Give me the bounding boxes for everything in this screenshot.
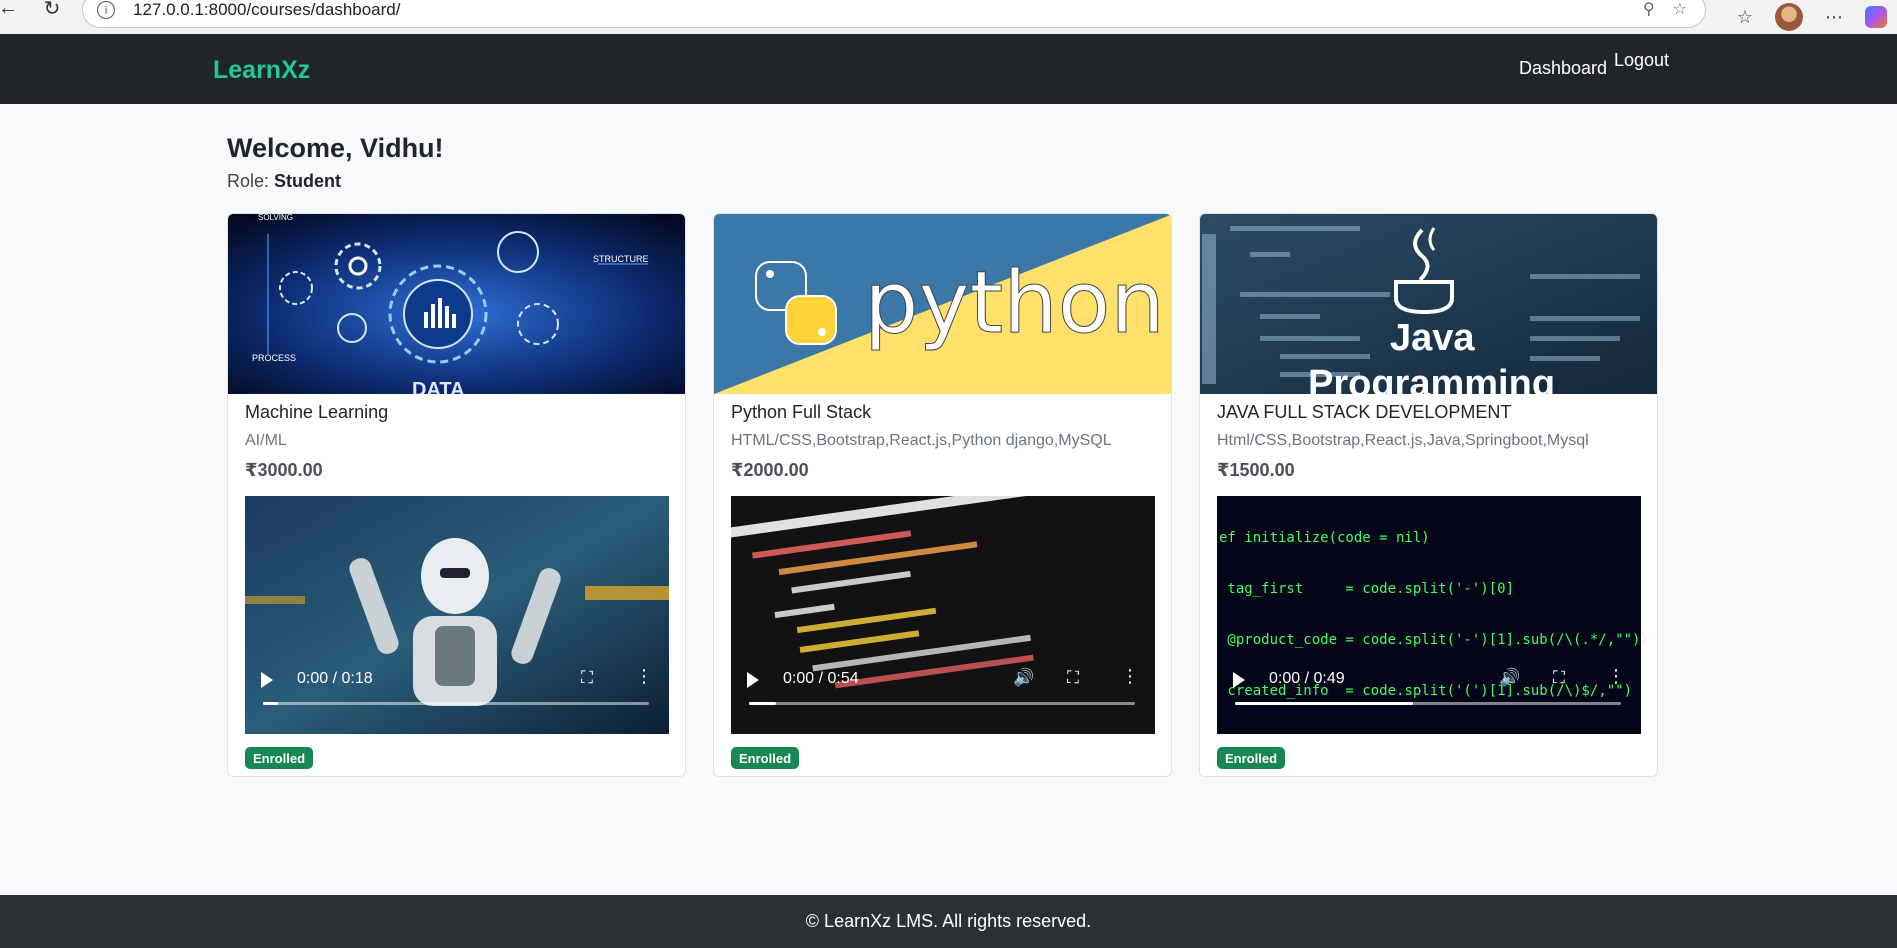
footer-text: © LearnXz LMS. All rights reserved. <box>805 911 1092 931</box>
course-price: ₹1500.00 <box>1217 460 1295 480</box>
course-video[interactable]: ef initialize(code = nil) tag_first = co… <box>1217 496 1641 734</box>
video-controls: 0:00 / 0:18 ⛶ ⋮ <box>245 662 669 734</box>
more-options-icon[interactable]: ⋮ <box>635 666 653 687</box>
profile-avatar[interactable] <box>1775 3 1803 31</box>
back-icon[interactable]: ← <box>0 0 22 22</box>
code-line: tag_first = code.split('-')[0] <box>1219 581 1515 597</box>
course-thumbnail: SOLVING STRUCTURE PROCESS DATA <box>228 214 685 394</box>
course-thumbnail: python <box>714 214 1171 394</box>
welcome-heading: Welcome, Vidhu! <box>227 133 444 163</box>
top-navbar: LearnXz Dashboard Logout <box>0 34 1897 104</box>
volume-icon[interactable]: 🔊 <box>1013 668 1034 688</box>
fullscreen-icon[interactable]: ⛶ <box>1553 668 1565 688</box>
video-time: 0:00 / 0:18 <box>297 670 373 687</box>
role-value: Student <box>274 171 342 191</box>
video-progress-fill <box>1235 702 1413 705</box>
browser-toolbar: ← ↻ i 127.0.0.1:8000/courses/dashboard/ … <box>0 0 1897 34</box>
code-line: ef initialize(code = nil) <box>1219 530 1430 546</box>
video-progress-fill <box>749 702 777 705</box>
more-menu-icon[interactable]: ⋯ <box>1825 7 1843 28</box>
thumbnail-line2: Programming <box>1308 363 1555 394</box>
course-video[interactable]: 0:00 / 0:54 🔊 ⛶ ⋮ <box>731 496 1155 734</box>
course-title: Python Full Stack <box>731 402 872 422</box>
play-icon[interactable] <box>747 672 759 688</box>
role-label: Role: <box>227 171 270 191</box>
video-progress-track[interactable] <box>1235 702 1621 705</box>
url-text: 127.0.0.1:8000/courses/dashboard/ <box>133 0 401 19</box>
video-time: 0:00 / 0:49 <box>1269 670 1345 687</box>
video-time: 0:00 / 0:54 <box>783 670 859 687</box>
role-line: Role: Student <box>227 171 341 192</box>
play-icon[interactable] <box>1233 672 1245 688</box>
brand-logo[interactable]: LearnXz <box>213 56 310 85</box>
volume-icon[interactable]: 🔊 <box>1499 668 1520 688</box>
site-info-icon[interactable]: i <box>97 1 115 19</box>
code-line: @product_code = code.split('-')[1].sub(/… <box>1219 632 1641 648</box>
status-badge: Enrolled <box>245 747 314 769</box>
fullscreen-icon[interactable]: ⛶ <box>581 668 593 688</box>
thumbnail-label-process: PROCESS <box>252 353 296 363</box>
thumbnail-label-structure: STRUCTURE <box>593 254 649 264</box>
fullscreen-icon[interactable]: ⛶ <box>1067 668 1079 688</box>
course-card-java-full-stack: Java Programming JAVA FULL STACK DEVELOP… <box>1199 213 1658 777</box>
video-progress-track[interactable] <box>263 702 649 705</box>
zoom-icon[interactable]: ⚲ <box>1643 0 1655 19</box>
course-description: HTML/CSS,Bootstrap,React.js,Python djang… <box>731 432 1112 449</box>
course-title: JAVA FULL STACK DEVELOPMENT <box>1217 402 1512 422</box>
video-controls: 0:00 / 0:49 🔊 ⛶ ⋮ <box>1217 662 1641 734</box>
copilot-icon[interactable] <box>1865 6 1887 28</box>
course-description: AI/ML <box>245 432 287 449</box>
status-badge: Enrolled <box>1217 747 1286 769</box>
more-options-icon[interactable]: ⋮ <box>1607 666 1625 687</box>
video-controls: 0:00 / 0:54 🔊 ⛶ ⋮ <box>731 662 1155 734</box>
thumbnail-label-top: SOLVING <box>258 214 293 222</box>
course-title: Machine Learning <box>245 402 389 422</box>
thumbnail-line1: Java <box>1390 317 1475 359</box>
course-price: ₹2000.00 <box>731 460 809 480</box>
play-icon[interactable] <box>261 672 273 688</box>
course-description: Html/CSS,Bootstrap,React.js,Java,Springb… <box>1217 432 1589 449</box>
more-options-icon[interactable]: ⋮ <box>1121 666 1139 687</box>
nav-dashboard-link[interactable]: Dashboard <box>1519 58 1607 79</box>
favorite-star-icon[interactable]: ☆ <box>1673 0 1687 19</box>
course-card-machine-learning: SOLVING STRUCTURE PROCESS DATA Machine L… <box>227 213 686 777</box>
reload-icon[interactable]: ↻ <box>38 0 66 22</box>
address-bar[interactable]: i 127.0.0.1:8000/courses/dashboard/ ⚲ ☆ <box>82 0 1706 28</box>
course-price: ₹3000.00 <box>245 460 323 480</box>
page-footer: © LearnXz LMS. All rights reserved. <box>0 895 1897 948</box>
course-card-python-full-stack: python Python Full Stack HTML/CSS,Bootst… <box>713 213 1172 777</box>
thumbnail-word: python <box>864 253 1165 353</box>
video-progress-track[interactable] <box>749 702 1135 705</box>
thumbnail-label-bottom: DATA <box>412 379 465 394</box>
nav-logout-link[interactable]: Logout <box>1614 50 1669 71</box>
course-thumbnail: Java Programming <box>1200 214 1657 394</box>
video-progress-fill <box>263 702 279 705</box>
course-video[interactable]: 0:00 / 0:18 ⛶ ⋮ <box>245 496 669 734</box>
status-badge: Enrolled <box>731 747 800 769</box>
favorites-icon[interactable]: ☆ <box>1737 7 1753 28</box>
